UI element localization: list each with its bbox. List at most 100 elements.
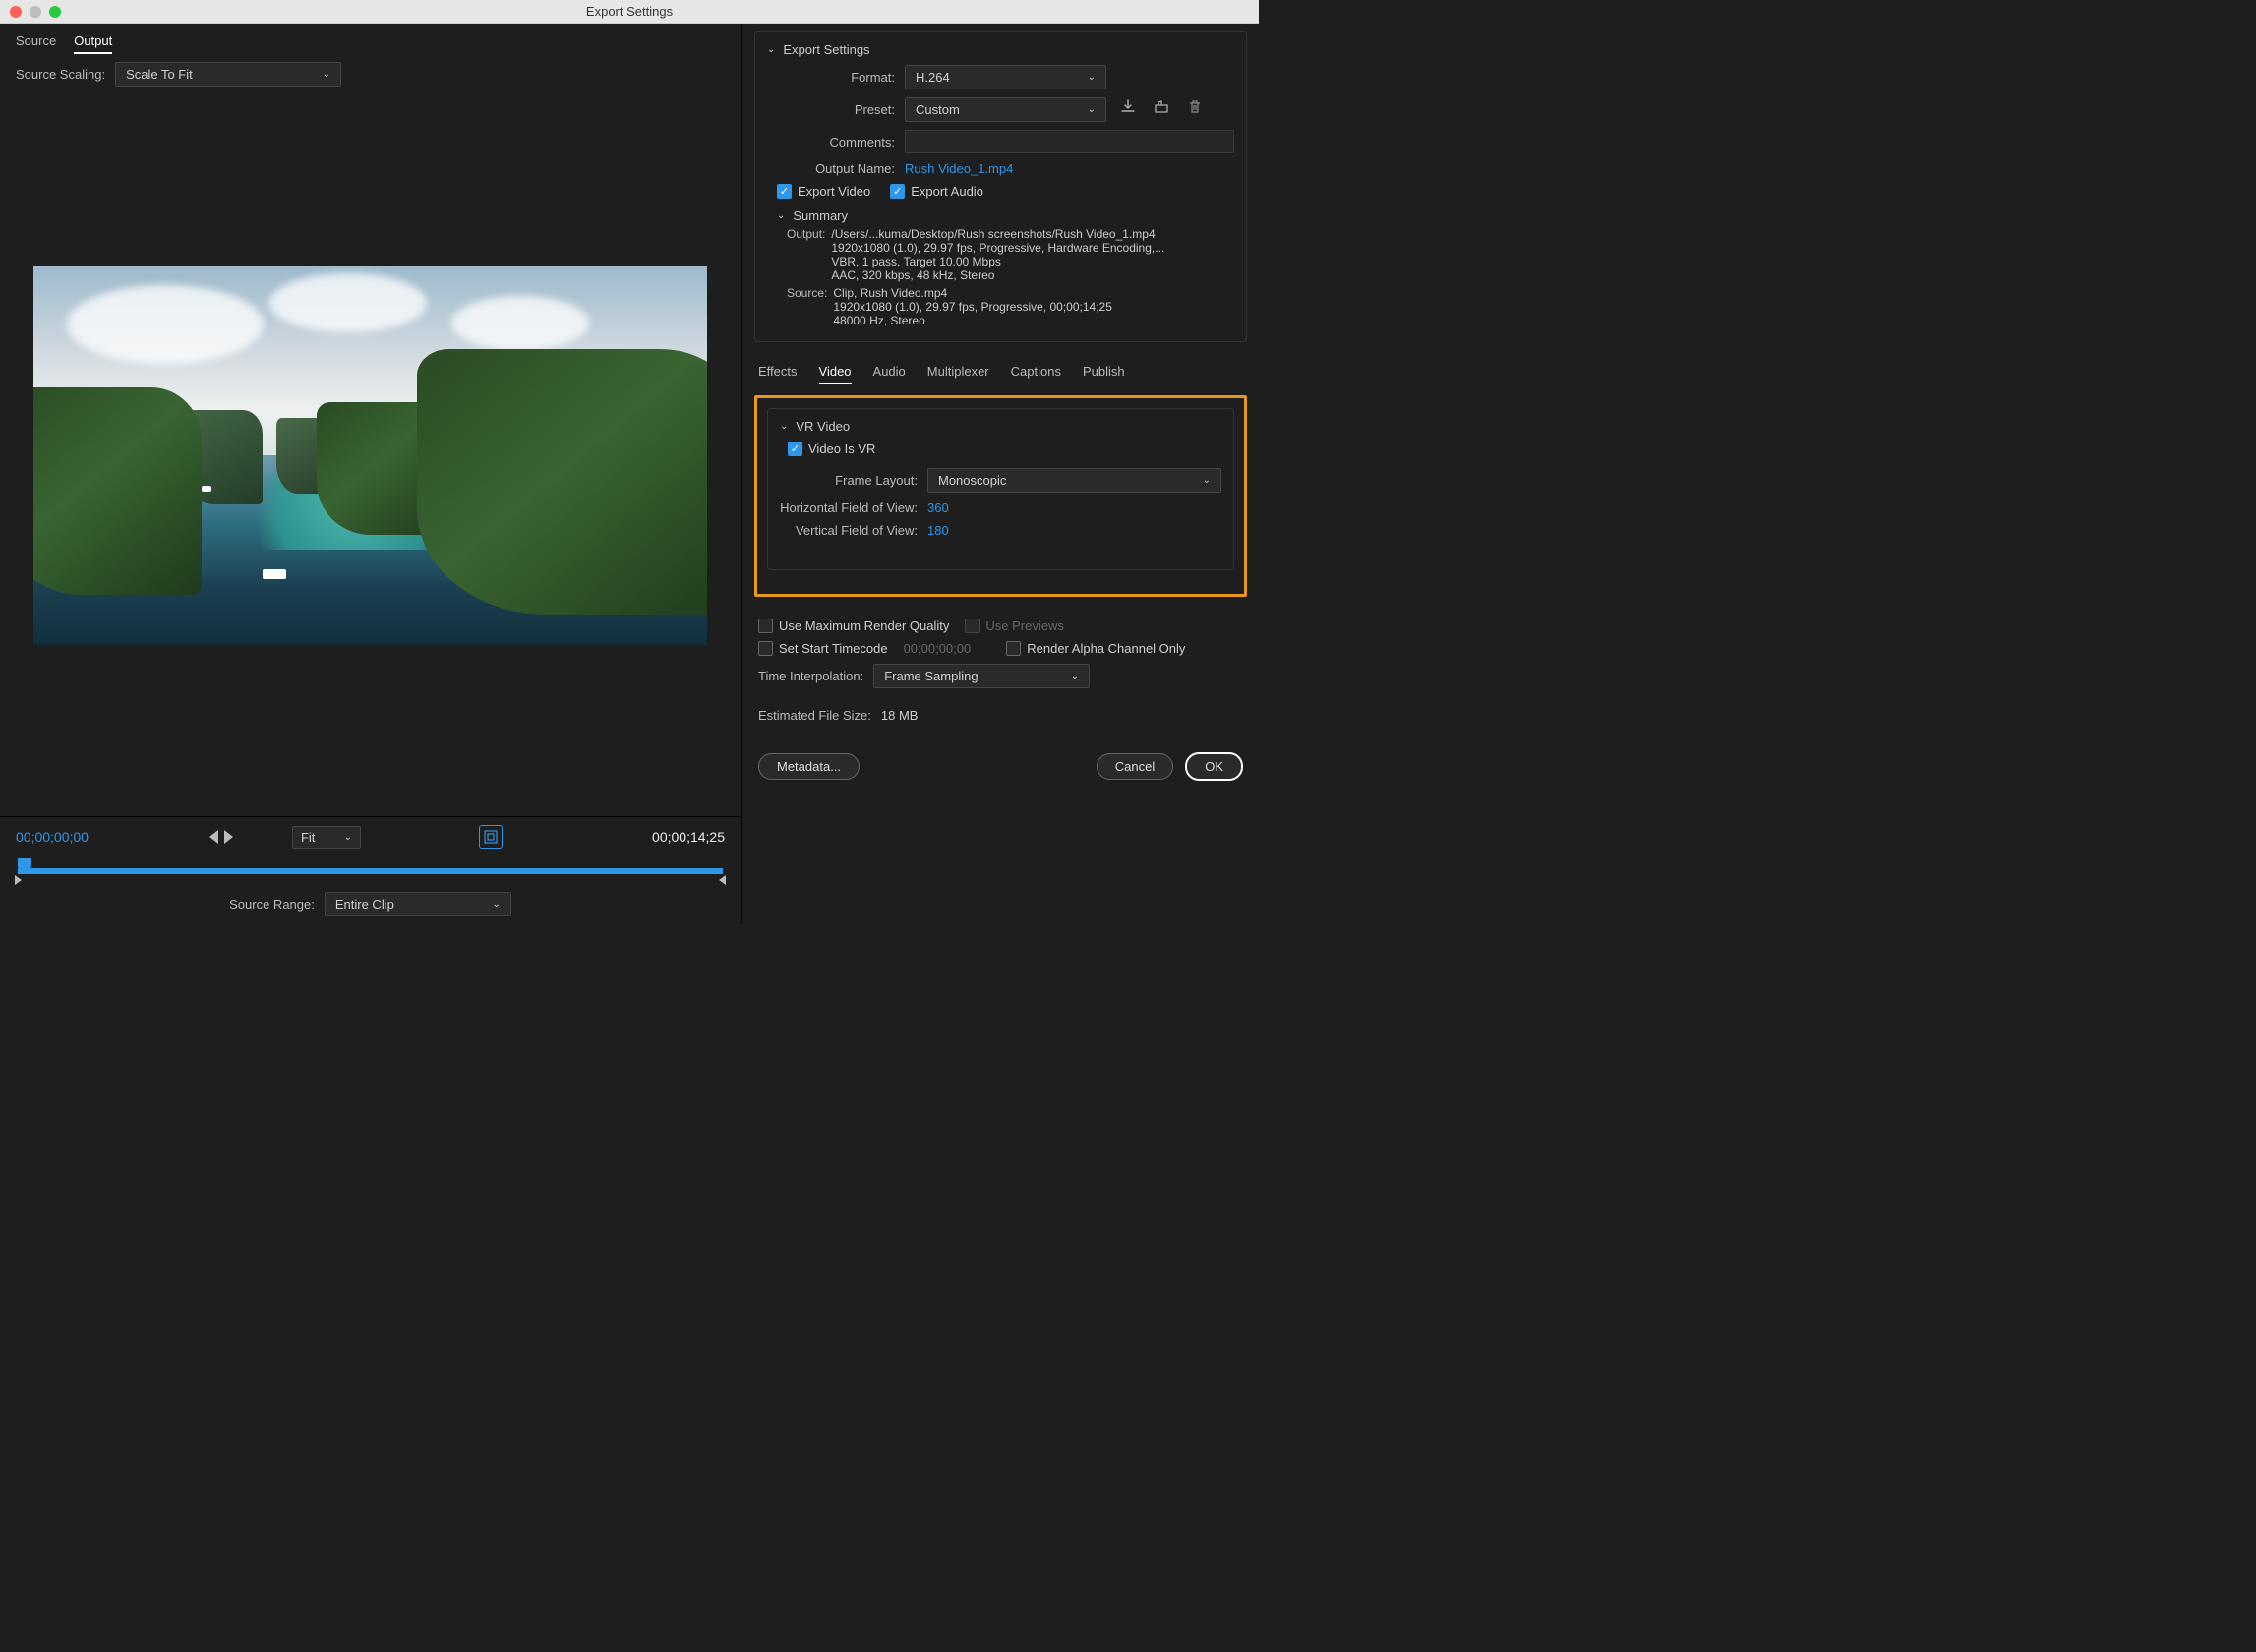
delete-preset-icon[interactable] bbox=[1183, 99, 1207, 120]
source-range-value: Entire Clip bbox=[335, 897, 394, 912]
checkbox-icon bbox=[758, 619, 773, 633]
export-video-checkbox[interactable]: ✓ Export Video bbox=[777, 184, 870, 199]
start-timecode-value: 00;00;00;00 bbox=[904, 641, 972, 656]
window-title: Export Settings bbox=[0, 4, 1259, 19]
step-forward-icon[interactable] bbox=[224, 830, 233, 844]
time-interpolation-value: Frame Sampling bbox=[884, 669, 978, 683]
current-timecode[interactable]: 00;00;00;00 bbox=[16, 829, 89, 845]
summary-output: Output: /Users/...kuma/Desktop/Rush scre… bbox=[787, 227, 1234, 282]
chevron-down-icon: ⌄ bbox=[323, 69, 330, 80]
estimated-size-value: 18 MB bbox=[881, 708, 919, 723]
render-alpha-label: Render Alpha Channel Only bbox=[1027, 641, 1185, 656]
summary-header[interactable]: ⌄ Summary bbox=[777, 208, 1234, 223]
time-interpolation-dropdown[interactable]: Frame Sampling ⌄ bbox=[873, 664, 1090, 688]
summary-output-line: /Users/...kuma/Desktop/Rush screenshots/… bbox=[831, 227, 1164, 241]
vfov-value[interactable]: 180 bbox=[927, 523, 949, 538]
export-settings-title: Export Settings bbox=[783, 42, 869, 57]
source-scaling-dropdown[interactable]: Scale To Fit ⌄ bbox=[115, 62, 341, 87]
output-name-label: Output Name: bbox=[767, 161, 895, 176]
comments-input[interactable] bbox=[905, 130, 1234, 153]
chevron-down-icon: ⌄ bbox=[767, 44, 775, 55]
summary-output-key: Output: bbox=[787, 227, 825, 282]
tab-publish[interactable]: Publish bbox=[1083, 360, 1125, 384]
export-settings-header[interactable]: ⌄ Export Settings bbox=[767, 42, 1234, 57]
source-range-label: Source Range: bbox=[229, 897, 315, 912]
export-audio-label: Export Audio bbox=[911, 184, 983, 199]
chevron-down-icon: ⌄ bbox=[777, 210, 785, 221]
tab-video[interactable]: Video bbox=[819, 360, 852, 384]
summary-source-line: 1920x1080 (1.0), 29.97 fps, Progressive,… bbox=[833, 300, 1112, 314]
format-dropdown[interactable]: H.264 ⌄ bbox=[905, 65, 1106, 89]
hfov-value[interactable]: 360 bbox=[927, 501, 949, 515]
step-back-icon[interactable] bbox=[209, 830, 218, 844]
export-audio-checkbox[interactable]: ✓ Export Audio bbox=[890, 184, 983, 199]
estimated-size-label: Estimated File Size: bbox=[758, 708, 871, 723]
zoom-dropdown[interactable]: Fit ⌄ bbox=[292, 826, 361, 849]
left-pane: Source Output Source Scaling: Scale To F… bbox=[0, 24, 742, 924]
max-render-quality-checkbox[interactable]: Use Maximum Render Quality bbox=[758, 619, 949, 633]
use-previews-checkbox: Use Previews bbox=[965, 619, 1063, 633]
ok-button[interactable]: OK bbox=[1185, 752, 1243, 781]
start-timecode-label: Set Start Timecode bbox=[779, 641, 888, 656]
save-preset-icon[interactable] bbox=[1150, 99, 1173, 120]
frame-layout-value: Monoscopic bbox=[938, 473, 1006, 488]
vr-video-title: VR Video bbox=[796, 419, 850, 434]
vr-video-header[interactable]: ⌄ VR Video bbox=[780, 419, 1221, 434]
source-range-dropdown[interactable]: Entire Clip ⌄ bbox=[325, 892, 511, 916]
chevron-down-icon: ⌄ bbox=[1088, 72, 1096, 83]
checkbox-checked-icon: ✓ bbox=[777, 184, 792, 199]
download-preset-icon[interactable] bbox=[1116, 99, 1140, 120]
chevron-down-icon: ⌄ bbox=[492, 899, 500, 910]
video-is-vr-checkbox[interactable]: ✓ Video Is VR bbox=[788, 442, 1221, 456]
export-video-label: Export Video bbox=[798, 184, 870, 199]
preset-dropdown[interactable]: Custom ⌄ bbox=[905, 97, 1106, 122]
summary-title: Summary bbox=[793, 208, 848, 223]
start-timecode-checkbox[interactable]: Set Start Timecode bbox=[758, 641, 888, 656]
summary-output-line: AAC, 320 kbps, 48 kHz, Stereo bbox=[831, 268, 1164, 282]
format-label: Format: bbox=[767, 70, 895, 85]
comments-label: Comments: bbox=[767, 135, 895, 149]
crop-icon[interactable] bbox=[479, 825, 503, 849]
video-is-vr-label: Video Is VR bbox=[808, 442, 875, 456]
export-settings-panel: ⌄ Export Settings Format: H.264 ⌄ Preset… bbox=[754, 31, 1247, 342]
summary-source-line: Clip, Rush Video.mp4 bbox=[833, 286, 1112, 300]
tab-output[interactable]: Output bbox=[74, 30, 112, 54]
output-name-link[interactable]: Rush Video_1.mp4 bbox=[905, 161, 1013, 176]
checkbox-icon bbox=[965, 619, 980, 633]
summary-source-line: 48000 Hz, Stereo bbox=[833, 314, 1112, 327]
hfov-label: Horizontal Field of View: bbox=[780, 501, 918, 515]
bottom-options: Use Maximum Render Quality Use Previews … bbox=[742, 607, 1259, 740]
tab-captions[interactable]: Captions bbox=[1011, 360, 1061, 384]
vr-video-highlight: ⌄ VR Video ✓ Video Is VR Frame Layout: M… bbox=[754, 395, 1247, 597]
tab-source[interactable]: Source bbox=[16, 30, 56, 54]
frame-layout-dropdown[interactable]: Monoscopic ⌄ bbox=[927, 468, 1221, 493]
checkbox-checked-icon: ✓ bbox=[890, 184, 905, 199]
source-scaling-value: Scale To Fit bbox=[126, 67, 193, 82]
zoom-value: Fit bbox=[301, 830, 315, 845]
summary-output-line: VBR, 1 pass, Target 10.00 Mbps bbox=[831, 255, 1164, 268]
in-point-handle[interactable] bbox=[15, 875, 22, 885]
render-alpha-checkbox[interactable]: Render Alpha Channel Only bbox=[1006, 641, 1185, 656]
chevron-down-icon: ⌄ bbox=[1071, 671, 1079, 681]
right-pane: ⌄ Export Settings Format: H.264 ⌄ Preset… bbox=[742, 24, 1259, 924]
preset-label: Preset: bbox=[767, 102, 895, 117]
out-point-handle[interactable] bbox=[719, 875, 726, 885]
tab-audio[interactable]: Audio bbox=[873, 360, 906, 384]
checkbox-checked-icon: ✓ bbox=[788, 442, 802, 456]
format-value: H.264 bbox=[916, 70, 950, 85]
time-interpolation-label: Time Interpolation: bbox=[758, 669, 863, 683]
summary-source-key: Source: bbox=[787, 286, 827, 327]
checkbox-icon bbox=[758, 641, 773, 656]
tab-effects[interactable]: Effects bbox=[758, 360, 798, 384]
vfov-label: Vertical Field of View: bbox=[780, 523, 918, 538]
preview-tabs: Source Output bbox=[0, 24, 741, 54]
source-scaling-label: Source Scaling: bbox=[16, 67, 105, 82]
video-preview bbox=[0, 94, 741, 816]
chevron-down-icon: ⌄ bbox=[1203, 475, 1211, 486]
cancel-button[interactable]: Cancel bbox=[1097, 753, 1173, 780]
preview-image bbox=[33, 266, 707, 645]
metadata-button[interactable]: Metadata... bbox=[758, 753, 860, 780]
source-scaling-row: Source Scaling: Scale To Fit ⌄ bbox=[0, 54, 741, 94]
timeline[interactable] bbox=[18, 858, 723, 882]
tab-multiplexer[interactable]: Multiplexer bbox=[927, 360, 989, 384]
